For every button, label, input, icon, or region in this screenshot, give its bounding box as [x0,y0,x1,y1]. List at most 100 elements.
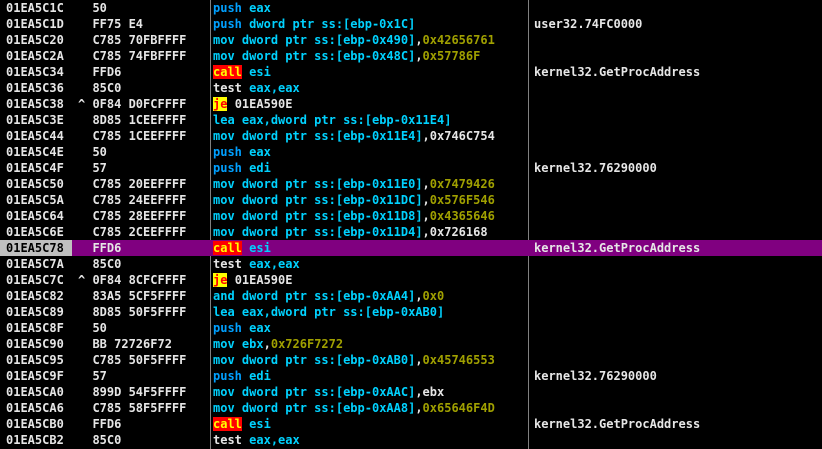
hex-bytes: 85C0 [85,81,122,95]
hex-dump-cell: 50 [78,144,210,160]
instruction-row[interactable]: 01EA5C36 85C0 test eax,eax [0,80,822,96]
hex-bytes: C785 24EEFFFF [85,193,187,207]
mnemonic: mov [213,337,235,351]
hex-dump-cell: C785 50F5FFFF [78,352,210,368]
operand: 0x4365646 [429,209,495,223]
instruction-row[interactable]: 01EA5C3E 8D85 1CEEFFFF lea eax,dword ptr … [0,112,822,128]
instruction-row[interactable]: 01EA5C95 C785 50F5FFFF mov dword ptr ss:[… [0,352,822,368]
disassembly-cell: mov dword ptr ss:[ebp-0xAB0],0x45746553 [213,352,527,368]
mnemonic: test [213,257,242,271]
disassembly-pane[interactable]: 01EA5C1C 50 push eax 01EA5C1D FF75 E4 push … [0,0,822,449]
instruction-row[interactable]: 01EA5C8F 50 push eax [0,320,822,336]
instruction-row[interactable]: 01EA5C89 8D85 50F5FFFF lea eax,dword ptr … [0,304,822,320]
operand: eax,dword ptr ss:[ebp-0x11E4] [241,113,452,127]
operand: eax,dword ptr ss:[ebp-0xAB0] [241,305,445,319]
selected-instruction-row[interactable]: 01EA5C78 FFD6 call esi kernel32.GetProcAdd… [0,240,822,256]
comment-cell [534,352,822,368]
instruction-row[interactable]: 01EA5C4E 50 push eax [0,144,822,160]
hex-dump-cell: 899D 54F5FFFF [78,384,210,400]
instruction-row[interactable]: 01EA5C34 FFD6 call esi kernel32.GetProcAdd… [0,64,822,80]
comment-cell [534,336,822,352]
operand: dword ptr ss:[ebp-0x11DC] [241,193,423,207]
comment-cell [534,320,822,336]
address-cell: 01EA5C9F [6,369,64,383]
disassembly-cell: mov dword ptr ss:[ebp-0xAAC],ebx [213,384,527,400]
disassembly-cell: test eax,eax [213,432,527,448]
operand: , [422,193,430,207]
instruction-row[interactable]: 01EA5CB2 85C0 test eax,eax [0,432,822,448]
comment-cell: kernel32.76290000 [534,161,657,175]
address-cell: 01EA5CA6 [6,401,64,415]
operand: 01EA590E [234,97,293,111]
instruction-row[interactable]: 01EA5CB0 FFD6 call esi kernel32.GetProcAdd… [0,416,822,432]
mnemonic: mov [213,129,235,143]
mnemonic: test [213,433,242,447]
hex-bytes: 83A5 5CF5FFFF [85,289,187,303]
hex-bytes: C785 28EEFFFF [85,209,187,223]
instruction-row[interactable]: 01EA5C64 C785 28EEFFFF mov dword ptr ss:[… [0,208,822,224]
disassembly-cell: test eax,eax [213,256,527,272]
operand: , [422,177,430,191]
operand: eax,eax [249,257,300,271]
comment-cell [534,128,822,144]
comment-cell [534,432,822,448]
hex-dump-cell: C785 2CEEFFFF [78,224,210,240]
hex-bytes: 57 [85,369,107,383]
hex-bytes: C785 70FBFFFF [85,33,187,47]
operand: ,0x726168 [422,225,488,239]
instruction-row[interactable]: 01EA5C44 C785 1CEEFFFF mov dword ptr ss:[… [0,128,822,144]
hex-bytes: 50 [85,1,107,15]
instruction-row[interactable]: 01EA5C50 C785 20EEFFFF mov dword ptr ss:[… [0,176,822,192]
mnemonic: je [213,273,228,287]
hex-bytes: C785 50F5FFFF [85,353,187,367]
hex-dump-cell: 85C0 [78,80,210,96]
hex-bytes: FFD6 [85,241,122,255]
address-cell: 01EA5C2A [6,49,64,63]
instruction-row[interactable]: 01EA5C6E C785 2CEEFFFF mov dword ptr ss:[… [0,224,822,240]
hex-bytes: 8D85 1CEEFFFF [85,113,187,127]
hex-bytes: C785 58F5FFFF [85,401,187,415]
address-cell: 01EA5C44 [6,129,64,143]
comment-cell: kernel32.GetProcAddress [534,417,701,431]
disassembly-cell: mov dword ptr ss:[ebp-0x11D8],0x4365646 [213,208,527,224]
operand: , [415,353,423,367]
operand: 0x57786F [422,49,481,63]
instruction-row[interactable]: 01EA5C1D FF75 E4 push dword ptr ss:[ebp-0… [0,16,822,32]
instruction-row[interactable]: 01EA5C90 BB 72726F72 mov ebx,0x726F7272 [0,336,822,352]
operand: eax,eax [249,81,300,95]
disassembly-cell: mov dword ptr ss:[ebp-0x11E0],0x7479426 [213,176,527,192]
instruction-row[interactable]: 01EA5CA0 899D 54F5FFFF mov dword ptr ss:[… [0,384,822,400]
address-cell: 01EA5C20 [6,33,64,47]
instruction-row[interactable]: 01EA5C2A C785 74FBFFFF mov dword ptr ss:[… [0,48,822,64]
instruction-row[interactable]: 01EA5C20 C785 70FBFFFF mov dword ptr ss:[… [0,32,822,48]
address-cell: 01EA5C7A [6,257,64,271]
comment-cell [534,288,822,304]
instruction-row[interactable]: 01EA5C4F 57 push edi kernel32.76290000 [0,160,822,176]
operand: 0x0 [422,289,445,303]
disassembly-cell: mov ebx,0x726F7272 [213,336,527,352]
instruction-row[interactable]: 01EA5C5A C785 24EEFFFF mov dword ptr ss:[… [0,192,822,208]
instruction-row[interactable]: 01EA5C82 83A5 5CF5FFFF and dword ptr ss:[… [0,288,822,304]
instruction-row[interactable]: 01EA5C7C ^ 0F84 8CFCFFFF je 01EA590E [0,272,822,288]
operand: dword ptr ss:[ebp-0x48C] [241,49,416,63]
mnemonic: lea [213,305,235,319]
hex-bytes: 85C0 [85,433,122,447]
hex-dump-cell: C785 74FBFFFF [78,48,210,64]
mnemonic: je [213,97,228,111]
instruction-row[interactable]: 01EA5CA6 C785 58F5FFFF mov dword ptr ss:[… [0,400,822,416]
disassembly-cell: test eax,eax [213,80,527,96]
hex-dump-cell: 57 [78,160,210,176]
mnemonic: call [213,241,242,255]
instruction-row[interactable]: 01EA5C38 ^ 0F84 D0FCFFFF je 01EA590E [0,96,822,112]
hex-dump-cell: FF75 E4 [78,16,210,32]
mnemonic: push [213,321,242,335]
instruction-row[interactable]: 01EA5C1C 50 push eax [0,0,822,16]
address-cell: 01EA5C4F [6,161,64,175]
instruction-row[interactable]: 01EA5C9F 57 push edi kernel32.76290000 [0,368,822,384]
mnemonic: mov [213,193,235,207]
operand: dword ptr ss:[ebp-0x11E0] [241,177,423,191]
comment-cell [534,0,822,16]
mnemonic: push [213,1,242,15]
instruction-row[interactable]: 01EA5C7A 85C0 test eax,eax [0,256,822,272]
disassembly-cell: and dword ptr ss:[ebp-0xAA4],0x0 [213,288,527,304]
